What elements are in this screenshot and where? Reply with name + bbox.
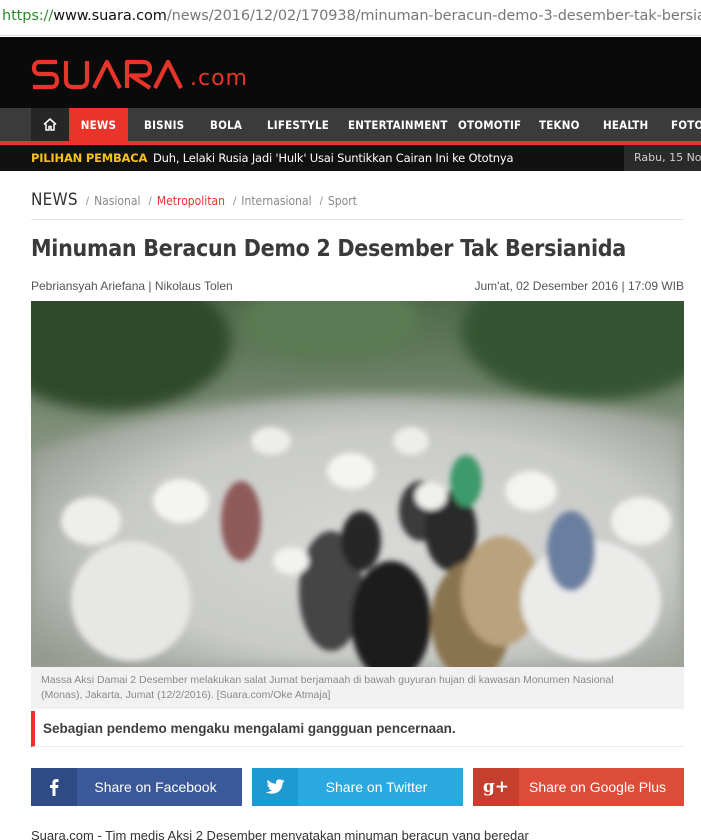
- url-host: www.suara.com: [53, 8, 167, 24]
- address-bar[interactable]: https://www.suara.com/news/2016/12/02/17…: [0, 0, 701, 36]
- article-date: Jum'at, 02 Desember 2016 | 17:09 WIB: [474, 279, 684, 293]
- breadcrumb-sport[interactable]: Sport: [328, 194, 357, 208]
- breadcrumb: NEWS / Nasional / Metropolitan / Interna…: [31, 190, 684, 220]
- article-photo[interactable]: [31, 301, 684, 667]
- caption-line-2: (Monas), Jakarta, Jumat (12/2/2016). [Su…: [41, 688, 331, 701]
- home-button[interactable]: [31, 108, 69, 141]
- reader-picks-ticker: PILIHAN PEMBACA Duh, Lelaki Rusia Jadi '…: [0, 145, 701, 171]
- caption-line-1: Massa Aksi Damai 2 Desember melakukan sa…: [41, 674, 614, 686]
- twitter-icon: [252, 768, 298, 806]
- article-lead: Sebagian pendemo mengaku mengalami gangg…: [31, 711, 684, 747]
- url-scheme: https://: [2, 8, 54, 24]
- share-google-plus-button[interactable]: g+ Share on Google Plus: [473, 768, 684, 806]
- breadcrumb-nasional[interactable]: Nasional: [94, 194, 140, 208]
- breadcrumb-separator: /: [148, 194, 152, 208]
- nav-item-bisnis[interactable]: BISNIS: [144, 108, 184, 141]
- main-nav: NEWS BISNIS BOLA LIFESTYLE ENTERTAINMENT…: [0, 108, 701, 141]
- breadcrumb-separator: /: [319, 194, 323, 208]
- logo-wordmark: [31, 59, 183, 90]
- share-facebook-button[interactable]: Share on Facebook: [31, 768, 242, 806]
- site-logo[interactable]: .com: [31, 53, 248, 93]
- logo-suffix: .com: [190, 66, 248, 91]
- share-facebook-label: Share on Facebook: [94, 779, 217, 795]
- share-google-plus-label: Share on Google Plus: [529, 779, 666, 795]
- share-twitter-button[interactable]: Share on Twitter: [252, 768, 463, 806]
- nav-item-foto[interactable]: FOTO: [671, 108, 701, 141]
- breadcrumb-metropolitan[interactable]: Metropolitan: [157, 194, 225, 208]
- ticker-headline-link[interactable]: Duh, Lelaki Rusia Jadi 'Hulk' Usai Sunti…: [153, 145, 514, 171]
- nav-item-otomotif[interactable]: OTOMOTIF: [458, 108, 521, 141]
- breadcrumb-separator: /: [85, 194, 90, 208]
- nav-item-tekno[interactable]: TEKNO: [539, 108, 580, 141]
- breadcrumb-separator: /: [232, 194, 237, 208]
- breadcrumb-internasional[interactable]: Internasional: [241, 194, 311, 208]
- breadcrumb-section[interactable]: NEWS: [31, 190, 78, 210]
- home-icon: [43, 118, 57, 131]
- nav-item-entertainment[interactable]: ENTERTAINMENT: [348, 108, 448, 141]
- google-plus-icon: g+: [473, 768, 519, 806]
- nav-item-health[interactable]: HEALTH: [603, 108, 648, 141]
- share-twitter-label: Share on Twitter: [325, 779, 428, 795]
- article-authors: Pebriansyah Ariefana | Nikolaus Tolen: [31, 279, 233, 293]
- photo-caption: Massa Aksi Damai 2 Desember melakukan sa…: [31, 667, 684, 709]
- ticker-date: Rabu, 15 Nov: [624, 145, 701, 171]
- ticker-label: PILIHAN PEMBACA: [31, 151, 148, 165]
- crowd-photo: [31, 301, 684, 667]
- nav-item-news[interactable]: NEWS: [69, 108, 128, 141]
- article-title: Minuman Beracun Demo 2 Desember Tak Bers…: [31, 236, 626, 262]
- masthead: .com: [0, 37, 701, 108]
- nav-item-lifestyle[interactable]: LIFESTYLE: [267, 108, 329, 141]
- url-path: /news/2016/12/02/170938/minuman-beracun-…: [166, 8, 701, 24]
- article-body-start: Suara.com - Tim medis Aksi 2 Desember me…: [31, 828, 529, 840]
- nav-item-bola[interactable]: BOLA: [210, 108, 242, 141]
- facebook-icon: [31, 768, 77, 806]
